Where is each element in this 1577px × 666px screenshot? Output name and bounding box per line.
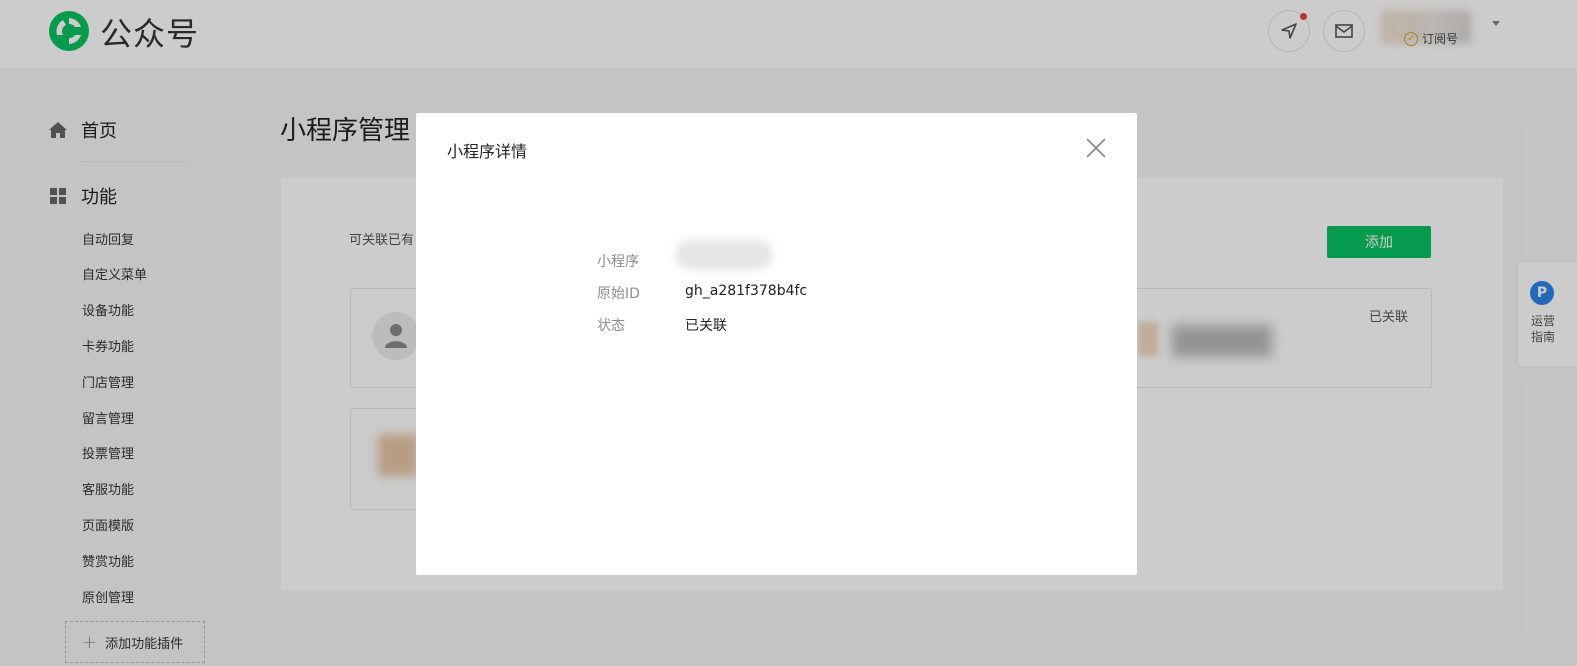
- field-label-status: 状态: [597, 318, 625, 334]
- original-id-value: gh_a281f378b4fc: [685, 283, 808, 299]
- close-icon[interactable]: [1084, 136, 1108, 160]
- field-label-mini-program: 小程序: [597, 254, 639, 270]
- status-value: 已关联: [685, 318, 727, 334]
- mini-program-detail-dialog: 小程序详情 小程序 原始ID gh_a281f378b4fc 状态 已关联: [416, 113, 1137, 575]
- dialog-title: 小程序详情: [447, 142, 528, 161]
- page: 公众号 ✓ 订阅号 首页 功能 自动回复 自定义菜单 设备功能 卡券功能 门店管…: [0, 0, 1577, 666]
- field-label-original-id: 原始ID: [597, 286, 640, 302]
- mini-program-name-blurred: [675, 240, 773, 270]
